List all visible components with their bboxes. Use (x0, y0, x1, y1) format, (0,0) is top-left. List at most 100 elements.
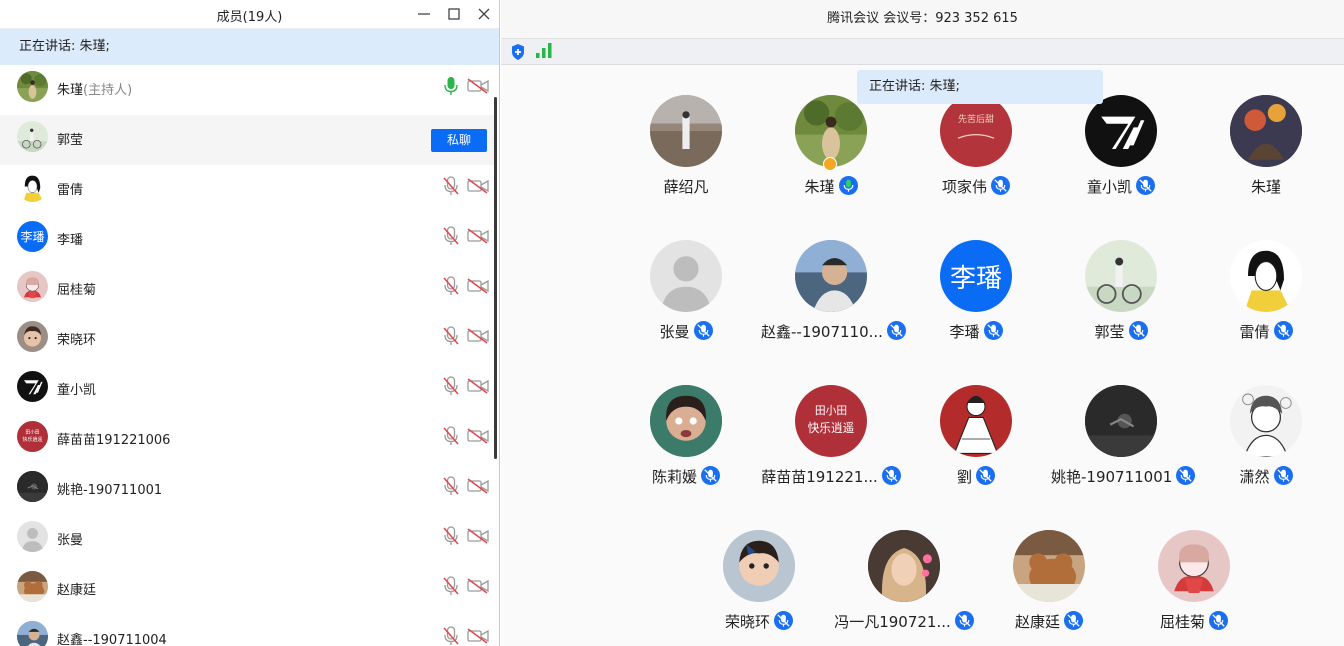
participant-tile[interactable]: 屈桂菊 (1124, 530, 1264, 646)
member-row[interactable]: 荣晓环 (0, 315, 494, 365)
participant-tile[interactable]: 朱瑾 (761, 95, 901, 215)
participant-tile[interactable]: 荣晓环 (689, 530, 829, 646)
participant-label: 朱瑾 (1196, 176, 1336, 197)
avatar-initials: 李璠 (949, 263, 1002, 294)
meeting-toolbar (501, 39, 1344, 65)
member-name: 童小凯 (57, 383, 97, 398)
mic-muted-icon[interactable] (443, 576, 459, 596)
participant-tile[interactable]: 冯一凡190721... (834, 530, 974, 646)
participant-tile[interactable]: 劉 (906, 385, 1046, 505)
member-row[interactable]: 李璠 李璠 (0, 215, 494, 265)
participant-avatar (868, 530, 940, 602)
participant-tile[interactable]: 赵鑫--1907110... (761, 240, 906, 360)
participant-label: 赵鑫--1907110... (761, 321, 906, 342)
camera-off-icon[interactable] (467, 278, 489, 294)
participant-avatar (940, 385, 1012, 457)
mic-muted-icon[interactable] (443, 426, 459, 446)
svg-text:快乐逍遥: 快乐逍遥 (808, 421, 855, 435)
participant-tile[interactable]: 潇然 (1196, 385, 1336, 505)
meeting-view: 腾讯会议 会议号：923 352 615 薛绍凡 朱瑾 先苦后甜 项家伟 童小凯 朱瑾 张曼… (501, 0, 1344, 646)
maximize-icon (448, 8, 460, 20)
member-name: 赵康廷 (57, 583, 97, 598)
member-row[interactable]: 张曼 (0, 515, 494, 565)
camera-off-icon[interactable] (467, 478, 489, 494)
member-row[interactable]: 姚艳-190711001 (0, 465, 494, 515)
camera-off-icon[interactable] (467, 528, 489, 544)
member-name: 李璠 (57, 233, 84, 248)
close-button[interactable] (474, 4, 494, 24)
mic-muted-icon[interactable] (443, 476, 459, 496)
participant-tile[interactable]: 陈莉媛 (616, 385, 756, 505)
member-row[interactable]: 屈桂菊 (0, 265, 494, 315)
member-row[interactable]: 郭莹 私聊 (0, 115, 494, 165)
participant-tile[interactable]: 田小田 快乐逍遥 薛苗苗191221... (761, 385, 901, 505)
participant-name: 张曼 (659, 323, 690, 341)
svg-text:快乐逍遥: 快乐逍遥 (22, 436, 42, 443)
mic-muted-icon[interactable] (443, 626, 459, 646)
member-row[interactable]: 雷倩 (0, 165, 494, 215)
avatar (17, 321, 48, 352)
scrollbar[interactable] (494, 97, 497, 459)
mic-muted-icon (954, 611, 974, 630)
camera-off-icon[interactable] (467, 378, 489, 394)
participant-tile[interactable]: 姚艳-190711001 (1051, 385, 1196, 505)
participant-tile[interactable]: 郭莹 (1051, 240, 1191, 360)
member-row[interactable]: 朱瑾(主持人) (0, 65, 494, 115)
participant-label: 项家伟 (906, 176, 1046, 197)
maximize-button[interactable] (444, 4, 464, 24)
participant-name: 薛苗苗191221... (761, 468, 878, 486)
member-name: 薛苗苗191221006 (57, 433, 171, 448)
camera-off-icon[interactable] (467, 428, 489, 444)
member-row[interactable]: 童小凯 (0, 365, 494, 415)
participant-avatar (1230, 240, 1302, 312)
participant-tile[interactable]: 先苦后甜 项家伟 (906, 95, 1046, 215)
mic-muted-icon[interactable] (443, 276, 459, 296)
member-name: 郭莹 (57, 133, 84, 148)
participant-avatar (1085, 385, 1157, 457)
participant-label: 雷倩 (1196, 321, 1336, 342)
member-row[interactable]: 田小田 快乐逍遥 薛苗苗191221006 (0, 415, 494, 465)
avatar (17, 521, 48, 552)
participant-label: 童小凯 (1051, 176, 1191, 197)
participant-tile[interactable]: 赵康廷 (979, 530, 1119, 646)
member-row[interactable]: 赵鑫--190711004 (0, 615, 494, 646)
member-row[interactable]: 赵康廷 (0, 565, 494, 615)
mic-muted-icon[interactable] (443, 226, 459, 246)
participant-label: 姚艳-190711001 (1051, 466, 1196, 487)
mic-muted-icon[interactable] (443, 326, 459, 346)
participant-name: 雷倩 (1239, 323, 1270, 341)
participant-label: 荣晓环 (689, 611, 829, 632)
avatar (17, 271, 48, 302)
mic-muted-icon[interactable] (443, 376, 459, 396)
participant-tile[interactable]: 张曼 (616, 240, 756, 360)
signal-strength-icon[interactable] (536, 42, 552, 59)
member-name: 荣晓环 (57, 333, 97, 348)
avatar (17, 371, 48, 402)
participant-tile[interactable]: 童小凯 (1051, 95, 1191, 215)
minimize-button[interactable] (414, 4, 434, 24)
mic-muted-icon (1273, 466, 1293, 485)
participant-tile[interactable]: 薛绍凡 (616, 95, 756, 215)
shield-icon[interactable] (510, 43, 526, 61)
mic-muted-icon[interactable] (443, 526, 459, 546)
camera-off-icon[interactable] (467, 78, 489, 94)
camera-off-icon[interactable] (467, 178, 489, 194)
avatar: 李璠 (17, 221, 48, 252)
members-panel: 成员(19人) 正在讲话: 朱瑾; 朱瑾(主持人) 郭莹 私聊 雷倩 李璠 李璠 屈桂菊 荣晓… (0, 0, 500, 646)
private-chat-button[interactable]: 私聊 (431, 129, 487, 152)
participant-name: 薛绍凡 (663, 178, 709, 196)
participant-name: 姚艳-190711001 (1051, 468, 1173, 486)
camera-off-icon[interactable] (467, 228, 489, 244)
mic-active-icon[interactable] (443, 76, 459, 96)
member-name: 朱瑾(主持人) (57, 83, 133, 98)
camera-off-icon[interactable] (467, 578, 489, 594)
participant-tile[interactable]: 雷倩 (1196, 240, 1336, 360)
mic-muted-icon[interactable] (443, 176, 459, 196)
participant-tile[interactable]: 李璠 李璠 (906, 240, 1046, 360)
participant-label: 薛苗苗191221... (761, 466, 901, 487)
minimize-icon (418, 13, 430, 15)
participant-label: 薛绍凡 (616, 176, 756, 197)
participant-tile[interactable]: 朱瑾 (1196, 95, 1336, 215)
camera-off-icon[interactable] (467, 328, 489, 344)
camera-off-icon[interactable] (467, 628, 489, 644)
